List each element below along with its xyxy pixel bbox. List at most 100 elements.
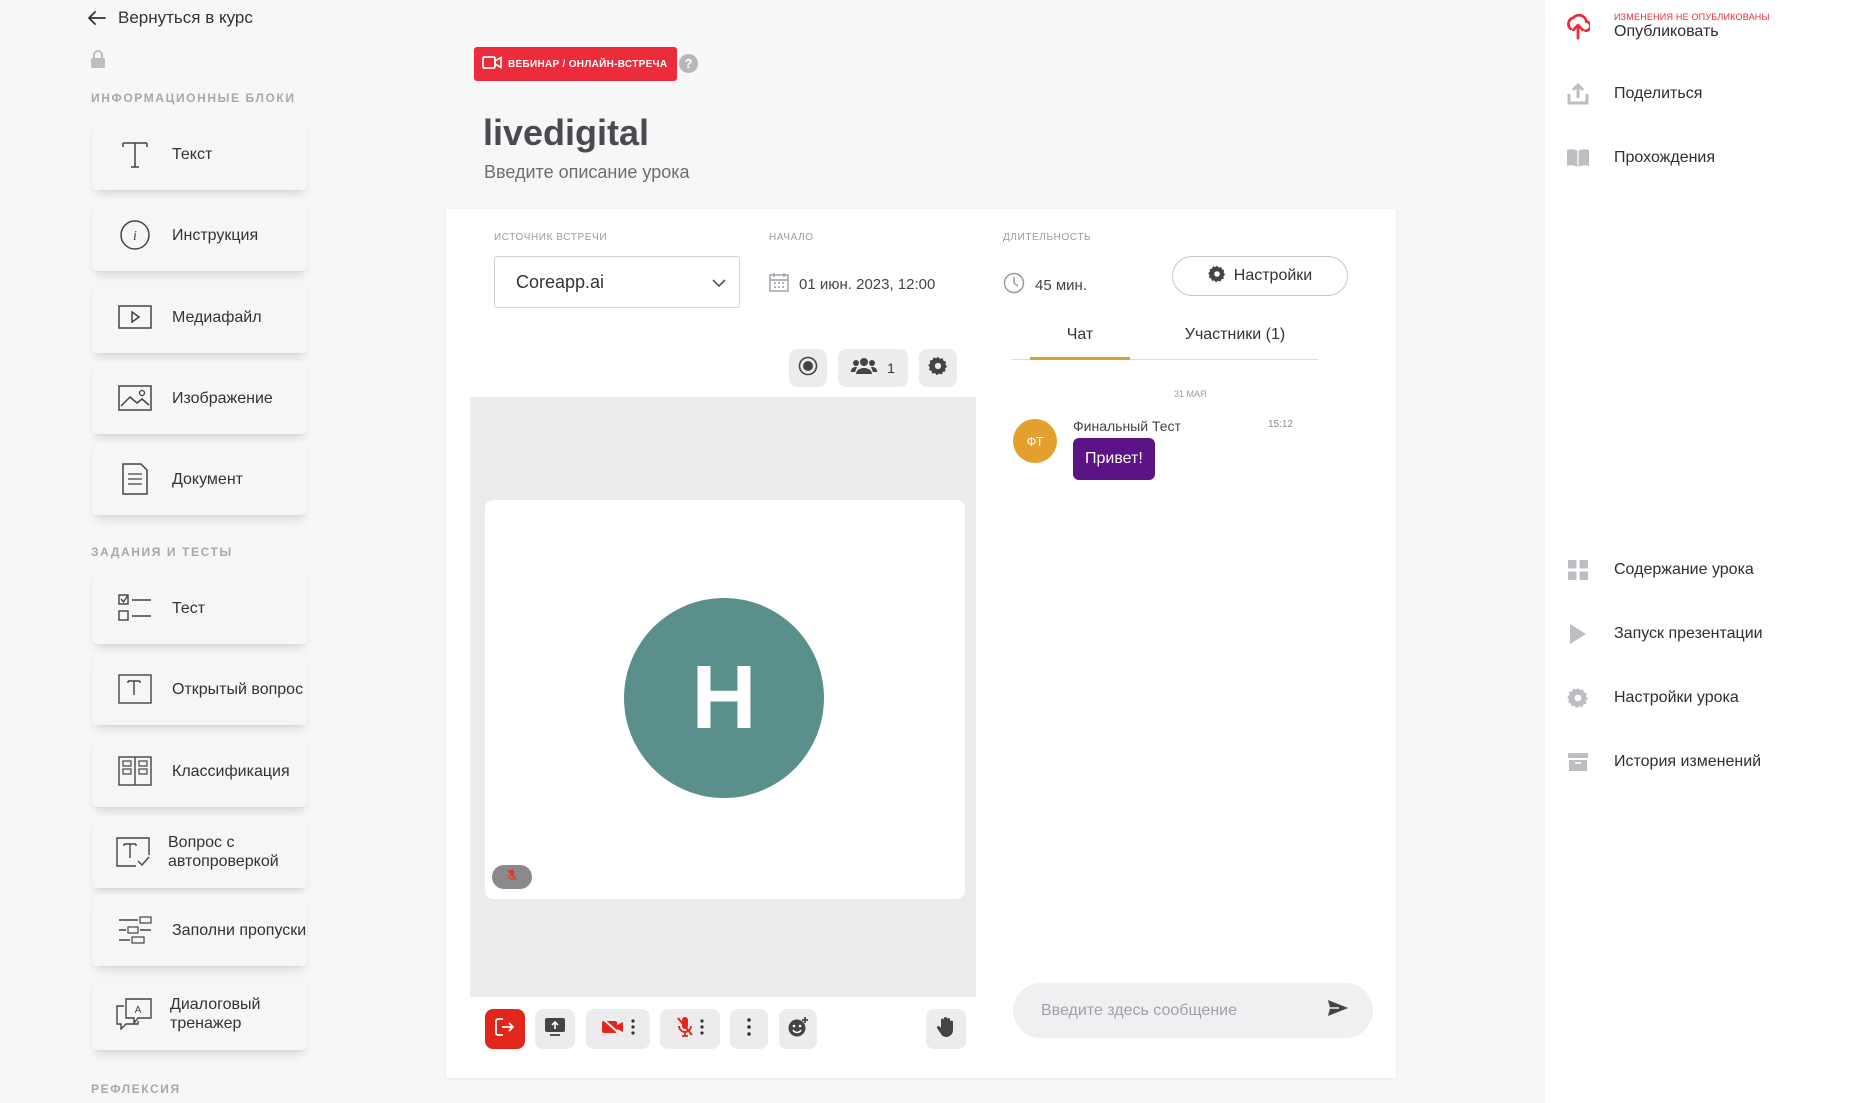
webinar-type-badge[interactable]: ВЕБИНАР / ОНЛАЙН-ВСТРЕЧА xyxy=(474,47,678,81)
gear-icon xyxy=(1566,686,1590,710)
reactions-button[interactable] xyxy=(779,1009,817,1049)
image-icon xyxy=(116,380,154,416)
duration-value: 45 мин. xyxy=(1035,276,1087,294)
record-button[interactable] xyxy=(789,349,827,387)
lesson-settings-button[interactable]: Настройки урока xyxy=(1566,686,1739,710)
checklist-icon xyxy=(116,590,154,626)
more-vertical-icon xyxy=(747,1017,751,1041)
block-autocheck-label: Вопрос с автопроверкой xyxy=(168,834,279,870)
help-icon[interactable]: ? xyxy=(679,54,698,73)
block-text[interactable]: Текст xyxy=(92,118,307,190)
screen-share-icon xyxy=(544,1017,566,1042)
settings-button-label: Настройки xyxy=(1233,267,1313,284)
block-autocheck-question[interactable]: Вопрос с автопроверкой xyxy=(92,816,307,888)
leave-call-button[interactable] xyxy=(485,1009,525,1049)
book-open-icon xyxy=(1566,146,1590,170)
reflection-section-title: Рефлексия xyxy=(91,1082,181,1096)
start-presentation-label: Запуск презентации xyxy=(1614,625,1763,642)
block-test[interactable]: Тест xyxy=(92,572,307,644)
change-history-button[interactable]: История изменений xyxy=(1566,750,1761,774)
chat-date-separator: 31 МАЯ xyxy=(1174,389,1207,399)
participants-button[interactable]: 1 xyxy=(838,349,908,387)
share-icon xyxy=(1566,82,1590,106)
more-options-button[interactable] xyxy=(730,1009,768,1049)
start-value: 01 июн. 2023, 12:00 xyxy=(799,275,936,293)
lesson-contents-button[interactable]: Содержание урока xyxy=(1566,558,1754,582)
lesson-description[interactable]: Введите описание урока xyxy=(484,162,690,183)
tab-participants[interactable]: Участники (1) xyxy=(1160,326,1310,344)
microphone-toggle-button[interactable] xyxy=(660,1009,720,1049)
camera-toggle-button[interactable] xyxy=(586,1009,650,1049)
hand-icon xyxy=(935,1016,957,1043)
send-icon[interactable] xyxy=(1327,999,1349,1022)
cloud-upload-icon xyxy=(1566,13,1590,39)
message-bubble: Привет! xyxy=(1073,438,1155,480)
duration[interactable]: 45 мин. xyxy=(1003,272,1087,298)
duration-label: Длительность xyxy=(1003,232,1092,243)
block-text-label: Текст xyxy=(172,145,213,163)
block-document[interactable]: Документ xyxy=(92,443,307,515)
block-open-question-label: Открытый вопрос xyxy=(172,680,304,698)
chevron-down-icon xyxy=(712,272,726,293)
chat-message-input[interactable]: Введите здесь сообщение xyxy=(1013,983,1373,1038)
emoji-add-icon xyxy=(787,1016,809,1043)
passes-button[interactable]: Прохождения xyxy=(1566,146,1715,170)
participant-avatar: H xyxy=(624,598,824,798)
record-icon xyxy=(798,356,818,381)
arrow-left-icon xyxy=(88,11,106,25)
lock-icon[interactable] xyxy=(90,50,106,74)
back-to-course-link[interactable]: Вернуться в курс xyxy=(88,8,253,28)
block-fill-gaps-label: Заполни пропуски xyxy=(172,921,307,939)
gear-icon xyxy=(1207,265,1226,288)
text-icon xyxy=(116,136,154,172)
svg-text:A: A xyxy=(135,1005,142,1016)
message-avatar: ФТ xyxy=(1013,419,1057,463)
lesson-settings-label: Настройки урока xyxy=(1614,689,1739,706)
calendar-icon xyxy=(769,272,789,296)
participants-count: 1 xyxy=(887,360,895,376)
change-history-label: История изменений xyxy=(1614,753,1762,770)
block-open-question[interactable]: Открытый вопрос xyxy=(92,653,307,725)
document-icon xyxy=(116,461,154,497)
block-classification[interactable]: Классификация xyxy=(92,735,307,807)
start-datetime[interactable]: 01 июн. 2023, 12:00 xyxy=(769,272,935,296)
participant-muted-indicator xyxy=(492,865,532,889)
meeting-settings-button[interactable]: Настройки xyxy=(1172,256,1348,296)
block-fill-gaps[interactable]: Заполни пропуски xyxy=(92,894,307,966)
screen-share-button[interactable] xyxy=(535,1009,575,1049)
meeting-source-value: Coreapp.ai xyxy=(516,271,605,292)
share-button[interactable]: Поделиться xyxy=(1566,82,1702,106)
mic-off-icon xyxy=(676,1016,694,1043)
raise-hand-button[interactable] xyxy=(926,1009,966,1049)
more-vertical-icon[interactable] xyxy=(631,1018,635,1040)
block-test-label: Тест xyxy=(172,599,206,617)
block-dialog-trainer[interactable]: A Диалоговый тренажер xyxy=(92,978,307,1050)
more-vertical-icon[interactable] xyxy=(700,1018,704,1040)
fill-gaps-icon xyxy=(116,912,154,948)
block-instruction[interactable]: i Инструкция xyxy=(92,199,307,271)
dialog-icon: A xyxy=(116,996,152,1032)
mic-off-icon xyxy=(507,868,517,886)
back-to-course-label: Вернуться в курс xyxy=(118,8,253,27)
svg-text:i: i xyxy=(133,229,137,244)
start-presentation-button[interactable]: Запуск презентации xyxy=(1566,622,1763,646)
users-icon xyxy=(851,357,878,380)
exit-icon xyxy=(494,1016,516,1043)
block-document-label: Документ xyxy=(172,470,243,488)
block-image[interactable]: Изображение xyxy=(92,362,307,434)
classification-icon xyxy=(116,753,154,789)
meeting-source-select[interactable]: Coreapp.ai xyxy=(494,256,740,308)
video-settings-button[interactable] xyxy=(919,349,957,387)
tasks-section-title: Задания и тесты xyxy=(91,545,233,559)
block-media[interactable]: Медиафайл xyxy=(92,281,307,353)
tab-chat[interactable]: Чат xyxy=(1030,326,1130,344)
video-camera-icon xyxy=(482,56,502,72)
publish-button[interactable]: ИЗМЕНЕНИЯ НЕ ОПУБЛИКОВАНЫ Опубликовать xyxy=(1566,12,1770,41)
block-dialog-label: Диалоговый тренажер xyxy=(170,996,261,1032)
lesson-title[interactable]: livedigital xyxy=(483,112,649,154)
start-label: Начало xyxy=(769,232,814,243)
message-author: Финальный Тест xyxy=(1073,418,1181,434)
gear-icon xyxy=(928,356,948,381)
clock-icon xyxy=(1003,272,1025,298)
block-media-label: Медиафайл xyxy=(172,308,262,326)
